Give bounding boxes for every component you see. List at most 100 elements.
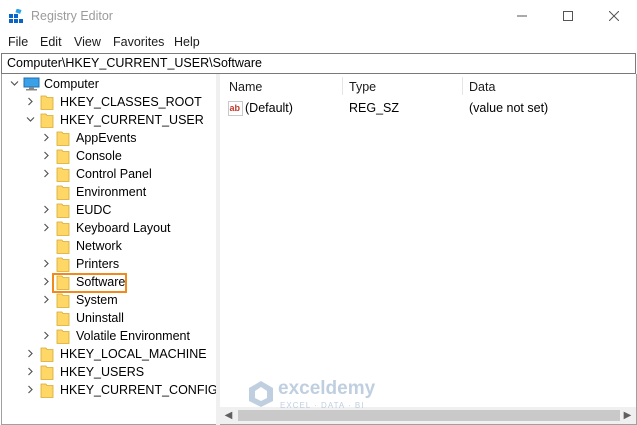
watermark-tagline: EXCEL · DATA · BI [280,401,365,410]
computer-icon [23,77,40,91]
exceldemy-logo-icon [249,381,273,407]
folder-icon [56,131,70,146]
address-path[interactable]: Computer\HKEY_CURRENT_USER\Software [7,56,262,70]
folder-icon [56,311,70,326]
tree-label: HKEY_CURRENT_USER [60,113,204,127]
chevron-right-icon[interactable] [26,367,35,376]
chevron-down-icon[interactable] [26,115,35,124]
tree-label: HKEY_CLASSES_ROOT [60,95,202,109]
chevron-down-icon[interactable] [10,79,19,88]
scroll-left-icon[interactable]: ◀ [220,407,237,424]
window-title: Registry Editor [31,9,113,23]
chevron-right-icon[interactable] [26,349,35,358]
chevron-right-icon[interactable] [42,295,51,304]
tree-label: System [76,293,118,307]
folder-icon [56,275,70,290]
tree-label: Printers [76,257,120,271]
folder-icon [56,149,70,164]
tree-label: Computer [44,77,99,91]
chevron-right-icon[interactable] [42,259,51,268]
chevron-right-icon[interactable] [42,169,51,178]
tree-node-hkey-classes-root[interactable]: HKEY_CLASSES_ROOT [2,93,216,111]
values-list[interactable]: Name Type Data ab (Default) REG_SZ (valu… [220,74,637,425]
tree-label: Volatile Environment [76,329,190,343]
tree-node-keyboard-layout[interactable]: Keyboard Layout [2,219,216,237]
tree-label: Console [76,149,122,163]
svg-text:ab: ab [230,103,241,113]
minimize-button[interactable] [499,0,545,32]
tree-label: HKEY_LOCAL_MACHINE [60,347,207,361]
title-bar: Registry Editor [0,0,637,32]
chevron-right-icon[interactable] [42,277,51,286]
tree-label: HKEY_USERS [60,365,145,379]
menu-help[interactable]: Help [174,35,200,49]
chevron-right-icon[interactable] [26,385,35,394]
folder-icon [40,365,54,380]
tree-node-hkey-current-config[interactable]: HKEY_CURRENT_CONFIG [2,381,216,399]
scroll-right-icon[interactable]: ▶ [619,407,636,424]
menu-bar: File Edit View Favorites Help [0,32,637,52]
chevron-right-icon[interactable] [42,331,51,340]
tree-node-hkey-users[interactable]: HKEY_USERS [2,363,216,381]
folder-icon [40,95,54,110]
tree-label: Control Panel [76,167,152,181]
menu-favorites[interactable]: Favorites [113,35,164,49]
close-button[interactable] [591,0,637,32]
watermark-logo: exceldemy EXCEL · DATA · BI [248,378,398,412]
tree-label: HKEY_CURRENT_CONFIG [60,383,217,397]
chevron-right-icon[interactable] [26,97,35,106]
menu-edit[interactable]: Edit [40,35,62,49]
chevron-right-icon[interactable] [42,133,51,142]
tree-node-computer[interactable]: Computer [2,75,216,93]
menu-file[interactable]: File [8,35,28,49]
value-name: (Default) [245,101,293,115]
tree-node-appevents[interactable]: AppEvents [2,129,216,147]
menu-view[interactable]: View [74,35,101,49]
address-bar[interactable]: Computer\HKEY_CURRENT_USER\Software [1,53,636,74]
tree-node-system[interactable]: System [2,291,216,309]
maximize-button[interactable] [545,0,591,32]
folder-icon [40,383,54,398]
value-type: REG_SZ [349,101,400,115]
tree-node-console[interactable]: Console [2,147,216,165]
tree-label: Keyboard Layout [76,221,171,235]
value-data: (value not set) [469,101,549,115]
chevron-right-icon[interactable] [42,151,51,160]
folder-icon [40,347,54,362]
minimize-icon [517,15,527,17]
tree-node-printers[interactable]: Printers [2,255,216,273]
maximize-icon [563,11,573,21]
folder-icon [56,221,70,236]
tree-node-environment[interactable]: Environment [2,183,216,201]
folder-icon [56,239,70,254]
tree-label: EUDC [76,203,112,217]
tree-node-hkey-current-user[interactable]: HKEY_CURRENT_USER [2,111,216,129]
folder-icon [56,329,70,344]
chevron-right-icon[interactable] [42,223,51,232]
folder-open-icon [40,113,54,128]
tree-label: Network [76,239,122,253]
key-tree[interactable]: Computer HKEY_CLASSES_ROOT HKEY_CURRENT_… [1,74,217,425]
tree-node-eudc[interactable]: EUDC [2,201,216,219]
registry-editor-icon [9,9,23,23]
folder-icon [56,185,70,200]
tree-label: Environment [76,185,147,199]
table-row[interactable]: ab (Default) REG_SZ (value not set) [220,74,636,118]
tree-label: AppEvents [76,131,137,145]
tree-label: Uninstall [76,311,124,325]
tree-node-volatile-environment[interactable]: Volatile Environment [2,327,216,345]
folder-icon [56,293,70,308]
watermark-name: exceldemy [278,378,376,399]
tree-node-hkey-local-machine[interactable]: HKEY_LOCAL_MACHINE [2,345,216,363]
tree-label-selected: Software [76,275,126,289]
folder-icon [56,203,70,218]
folder-icon [56,167,70,182]
chevron-right-icon[interactable] [42,205,51,214]
tree-node-uninstall[interactable]: Uninstall [2,309,216,327]
folder-icon [56,257,70,272]
tree-node-software[interactable]: Software [2,273,216,291]
close-icon [608,10,620,22]
string-value-icon: ab [228,101,243,116]
tree-node-control-panel[interactable]: Control Panel [2,165,216,183]
tree-node-network[interactable]: Network [2,237,216,255]
